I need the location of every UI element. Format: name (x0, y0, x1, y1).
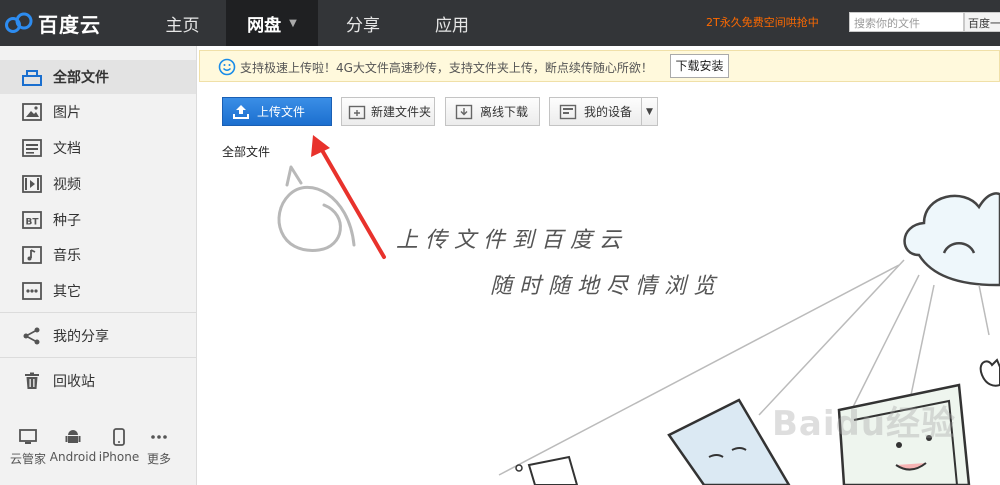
device-label: 更多 (146, 452, 171, 466)
cloud-logo-icon (5, 12, 33, 33)
device-more[interactable]: 更多 (134, 427, 184, 467)
nav-netdisk[interactable]: 网盘 ▼ (226, 0, 318, 46)
baidu-watermark: Baidu经验 (772, 404, 957, 444)
video-icon (22, 174, 42, 194)
notice-text: 支持极速上传啦！4G大文件高速秒传，支持文件夹上传，断点续传随心所欲！ (240, 61, 653, 75)
sidebar-item-label: 视频 (53, 177, 81, 193)
chevron-down-icon: ▼ (289, 17, 297, 29)
download-install-button[interactable]: 下载安装 (670, 54, 729, 78)
phone-drawing (527, 455, 579, 485)
upload-file-label: 上传文件 (257, 105, 306, 119)
upload-file-button[interactable]: 上传文件 (222, 97, 332, 126)
sidebar-item-videos[interactable]: 视频 (0, 167, 196, 201)
illustration-caption-line1: 上传文件到百度云 (396, 228, 629, 253)
smiley-icon (218, 58, 236, 76)
music-icon (22, 245, 42, 265)
nav-apps-label: 应用 (435, 15, 469, 36)
nav-share-label: 分享 (346, 15, 380, 36)
sidebar-item-my-shares[interactable]: 我的分享 (0, 319, 196, 353)
all-files-icon (22, 67, 42, 87)
sidebar-item-label: 种子 (53, 213, 81, 229)
baidu-cloud-logo[interactable]: 百度云 (0, 0, 120, 46)
upload-icon (231, 103, 251, 121)
new-folder-icon (347, 103, 367, 121)
my-devices-label: 我的设备 (584, 105, 633, 119)
my-devices-button[interactable]: 我的设备 ▼ (549, 97, 658, 126)
share-icon (22, 326, 42, 346)
device-icon (558, 103, 578, 121)
sidebar-item-all-files[interactable]: 全部文件 (0, 60, 196, 94)
chevron-down-icon[interactable]: ▼ (641, 98, 657, 125)
illustration-caption-line2: 随时随地尽情浏览 (490, 274, 723, 299)
download-icon (454, 103, 474, 121)
new-folder-button[interactable]: 新建文件夹 (341, 97, 435, 126)
sidebar-item-torrents[interactable]: BT 种子 (0, 203, 196, 237)
search-input[interactable]: 搜索你的文件 (849, 12, 964, 32)
sidebar-item-label: 回收站 (53, 374, 95, 390)
sidebar-item-documents[interactable]: 文档 (0, 131, 196, 165)
svg-text:BT: BT (26, 218, 40, 228)
offline-download-label: 离线下载 (480, 105, 529, 119)
monitor-icon (3, 427, 53, 447)
sidebar-item-label: 其它 (53, 284, 81, 300)
red-pointer-arrow (317, 143, 386, 259)
other-icon (22, 281, 42, 301)
document-icon (22, 138, 42, 158)
nav-netdisk-label: 网盘 (247, 15, 282, 36)
device-label: Android (49, 450, 97, 464)
nav-home[interactable]: 主页 (140, 0, 225, 46)
logo-text: 百度云 (38, 12, 101, 37)
sidebar-item-other[interactable]: 其它 (0, 274, 196, 308)
nav-share[interactable]: 分享 (320, 0, 406, 46)
new-folder-label: 新建文件夹 (371, 105, 432, 119)
sidebar: 全部文件 图片 文档 视频 BT 种子 音乐 其它 我的分享 回收站 云管家 A… (0, 46, 197, 485)
sidebar-item-recycle-bin[interactable]: 回收站 (0, 364, 196, 398)
torrent-icon: BT (22, 210, 42, 230)
sidebar-divider (0, 357, 196, 358)
sidebar-item-label: 全部文件 (53, 70, 109, 86)
notice-bar: 支持极速上传啦！4G大文件高速秒传，支持文件夹上传，断点续传随心所欲！ 下载安装 (199, 50, 1000, 82)
android-icon (48, 427, 98, 447)
tablet-drawing (667, 398, 791, 485)
trash-icon (22, 371, 42, 391)
top-navigation-bar: 百度云 主页 网盘 ▼ 分享 应用 2T永久免费空间哄抢中 搜索你的文件 百度一 (0, 0, 1000, 46)
sidebar-item-images[interactable]: 图片 (0, 95, 196, 129)
device-android[interactable]: Android (48, 427, 98, 464)
sidebar-item-label: 音乐 (53, 248, 81, 264)
sidebar-divider (0, 312, 196, 313)
device-label: 云管家 (9, 452, 46, 466)
nav-apps[interactable]: 应用 (407, 0, 497, 46)
promo-link[interactable]: 2T永久免费空间哄抢中 (706, 14, 819, 30)
hint-curve-arrow (277, 185, 356, 252)
sidebar-item-label: 文档 (53, 141, 81, 157)
search-button[interactable]: 百度一 (964, 12, 1000, 32)
offline-download-button[interactable]: 离线下载 (445, 97, 540, 126)
more-icon (134, 427, 184, 447)
sidebar-item-label: 图片 (53, 105, 81, 121)
image-icon (22, 102, 42, 122)
nav-home-label: 主页 (165, 15, 200, 36)
sidebar-item-music[interactable]: 音乐 (0, 238, 196, 272)
sidebar-item-label: 我的分享 (53, 329, 109, 345)
device-cloud-manager[interactable]: 云管家 (3, 427, 53, 467)
cloud-drawing (903, 192, 1000, 287)
